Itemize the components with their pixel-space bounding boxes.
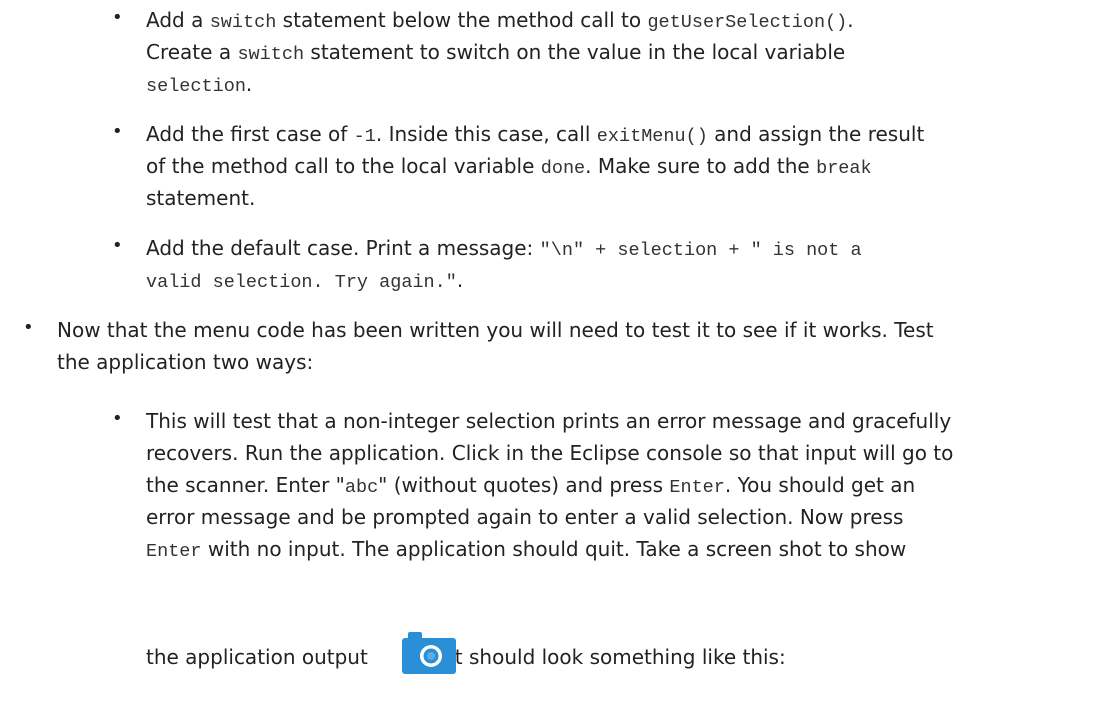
non-integer-line-1: This will test that a non-integer select…	[146, 409, 952, 433]
document-page: { "bullet_symbol": "•", "items": { "swit…	[0, 0, 1119, 719]
switch-instruction-line-1: Add a switch statement below the method …	[146, 8, 854, 33]
non-integer-line-4: error message and be prompted again to e…	[146, 505, 904, 529]
inline-code: done	[540, 158, 586, 179]
bullet: •	[23, 317, 34, 338]
inline-code: "\n" + selection + " is not a	[539, 240, 862, 261]
test-intro-line-2: the application two ways:	[57, 350, 314, 374]
bullet: •	[112, 408, 123, 429]
inline-code: Enter	[669, 477, 725, 498]
inline-code: Enter	[146, 541, 202, 562]
inline-code: switch	[237, 44, 305, 65]
inline-code: abc	[344, 477, 379, 498]
inline-code: valid selection. Try again."	[146, 272, 457, 293]
inline-code: getUserSelection()	[647, 12, 848, 33]
switch-instruction-line-3: selection.	[146, 72, 253, 97]
non-integer-line-3: the scanner. Enter "abc" (without quotes…	[146, 473, 916, 498]
test-intro-line-1: Now that the menu code has been written …	[57, 318, 934, 342]
non-integer-line-6: the application output . It should look …	[146, 645, 786, 669]
non-integer-line-2: recovers. Run the application. Click in …	[146, 441, 954, 465]
bullet: •	[112, 7, 123, 28]
camera-icon	[402, 632, 456, 674]
inline-code: selection	[146, 76, 246, 97]
inline-code: switch	[209, 12, 277, 33]
default-case-line-1: Add the default case. Print a message: "…	[146, 236, 862, 261]
inline-code: -1	[353, 126, 376, 147]
non-integer-line-5: Enter with no input. The application sho…	[146, 537, 907, 562]
first-case-line-3: statement.	[146, 186, 256, 210]
switch-instruction-line-2: Create a switch statement to switch on t…	[146, 40, 846, 65]
inline-code: break	[816, 158, 872, 179]
default-case-line-2: valid selection. Try again.".	[146, 268, 464, 293]
first-case-line-2: of the method call to the local variable…	[146, 154, 872, 179]
first-case-line-1: Add the first case of -1. Inside this ca…	[146, 122, 925, 147]
bullet: •	[112, 235, 123, 256]
bullet: •	[112, 121, 123, 142]
inline-code: exitMenu()	[596, 126, 708, 147]
